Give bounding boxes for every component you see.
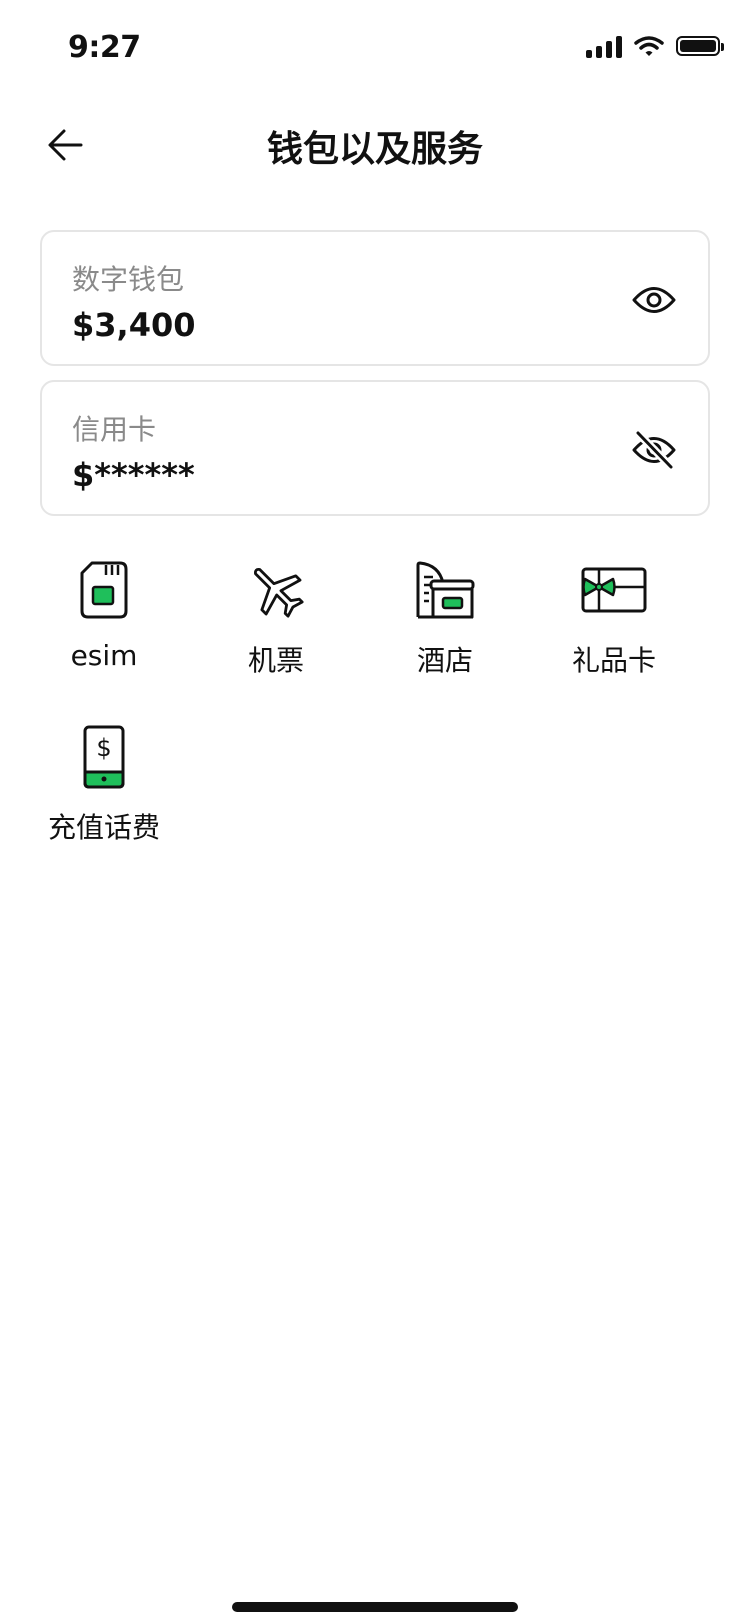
- header: 钱包以及服务: [0, 100, 750, 190]
- wallet-card[interactable]: 数字钱包 $3,400: [40, 230, 710, 366]
- wifi-icon: [634, 36, 664, 56]
- service-label: 充值话费: [47, 811, 160, 844]
- hide-balance-button[interactable]: [630, 426, 678, 474]
- service-label: 机票: [247, 644, 304, 677]
- wallet-label: 数字钱包: [72, 263, 185, 296]
- status-bar: 9:27: [0, 0, 750, 96]
- show-balance-button[interactable]: [630, 276, 678, 324]
- page-title: 钱包以及服务: [266, 129, 483, 170]
- hotel-icon: [410, 555, 480, 625]
- service-esim[interactable]: esim: [29, 555, 179, 672]
- service-label: 酒店: [416, 644, 473, 677]
- status-time: 9:27: [68, 30, 141, 65]
- service-hotel[interactable]: 酒店: [370, 555, 520, 679]
- wallet-balance: $3,400: [72, 306, 196, 344]
- service-label: esim: [70, 639, 138, 672]
- service-flights[interactable]: 机票: [201, 555, 351, 679]
- service-gift-card[interactable]: 礼品卡: [539, 555, 689, 679]
- home-indicator[interactable]: [232, 1602, 518, 1612]
- service-phone-topup[interactable]: $ 充值话费: [29, 722, 179, 846]
- gift-card-icon: [579, 555, 649, 625]
- signal-icon: [586, 34, 622, 58]
- eye-closed-icon: [632, 430, 676, 470]
- sim-card-icon: [69, 555, 139, 625]
- phone-topup-icon: $: [69, 722, 139, 792]
- credit-card-label: 信用卡: [72, 413, 157, 446]
- eye-open-icon: [632, 287, 676, 313]
- status-icons: [586, 34, 724, 58]
- service-label: 礼品卡: [571, 644, 656, 677]
- credit-card-balance: $******: [72, 456, 195, 494]
- credit-card[interactable]: 信用卡 $******: [40, 380, 710, 516]
- airplane-icon: [241, 555, 311, 625]
- svg-text:$: $: [96, 734, 111, 762]
- battery-icon: [676, 36, 724, 56]
